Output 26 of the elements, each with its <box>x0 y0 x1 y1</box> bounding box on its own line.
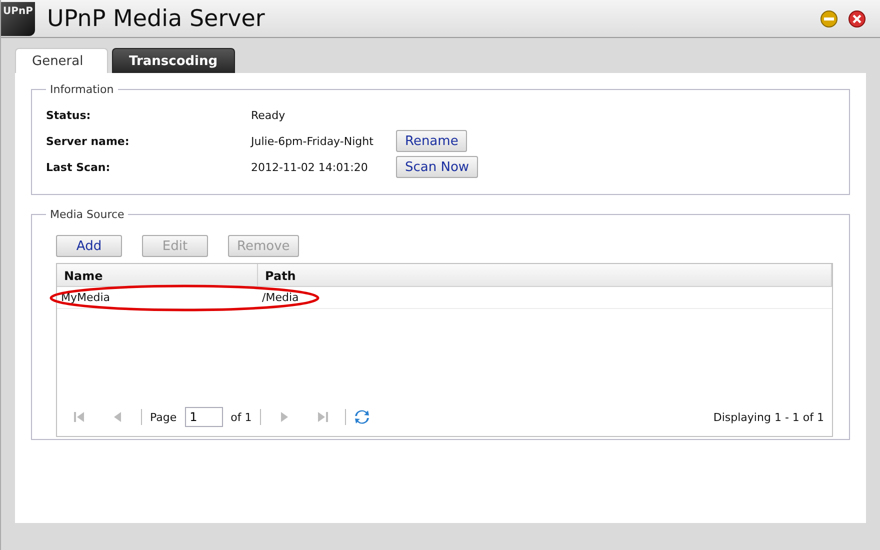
table-cell-text: /Media <box>261 290 300 306</box>
page-count: of 1 <box>230 410 252 424</box>
action-button[interactable]: Rename <box>396 130 468 152</box>
column-header[interactable]: Path <box>258 264 832 286</box>
column-header[interactable]: Name <box>57 264 258 286</box>
table-cell-text: MyMedia <box>60 290 112 306</box>
field-value: Ready <box>251 108 286 122</box>
app-logo: UPnP <box>1 2 35 36</box>
tab[interactable]: Transcoding <box>112 48 235 73</box>
minimize-icon[interactable] <box>820 10 838 28</box>
action-button[interactable]: Scan Now <box>396 156 478 178</box>
close-icon[interactable] <box>848 10 866 28</box>
refresh-icon[interactable] <box>354 409 370 425</box>
tab[interactable]: General <box>15 48 108 73</box>
group-legend: Media Source <box>46 208 128 221</box>
group-legend: Information <box>46 83 118 96</box>
window-title: UPnP Media Server <box>47 6 266 32</box>
display-count: Displaying 1 - 1 of 1 <box>713 410 824 424</box>
field-label: Server name: <box>46 134 130 148</box>
field-value: 2012-11-02 14:01:20 <box>251 160 369 174</box>
page-label: Page <box>150 410 177 424</box>
field-label: Last Scan: <box>46 160 112 174</box>
field-value: Julie-6pm-Friday-Night <box>251 134 374 148</box>
field-label: Status: <box>46 108 92 122</box>
page-input[interactable]: 1 <box>184 407 223 427</box>
toolbar-button[interactable]: Add <box>56 235 122 257</box>
